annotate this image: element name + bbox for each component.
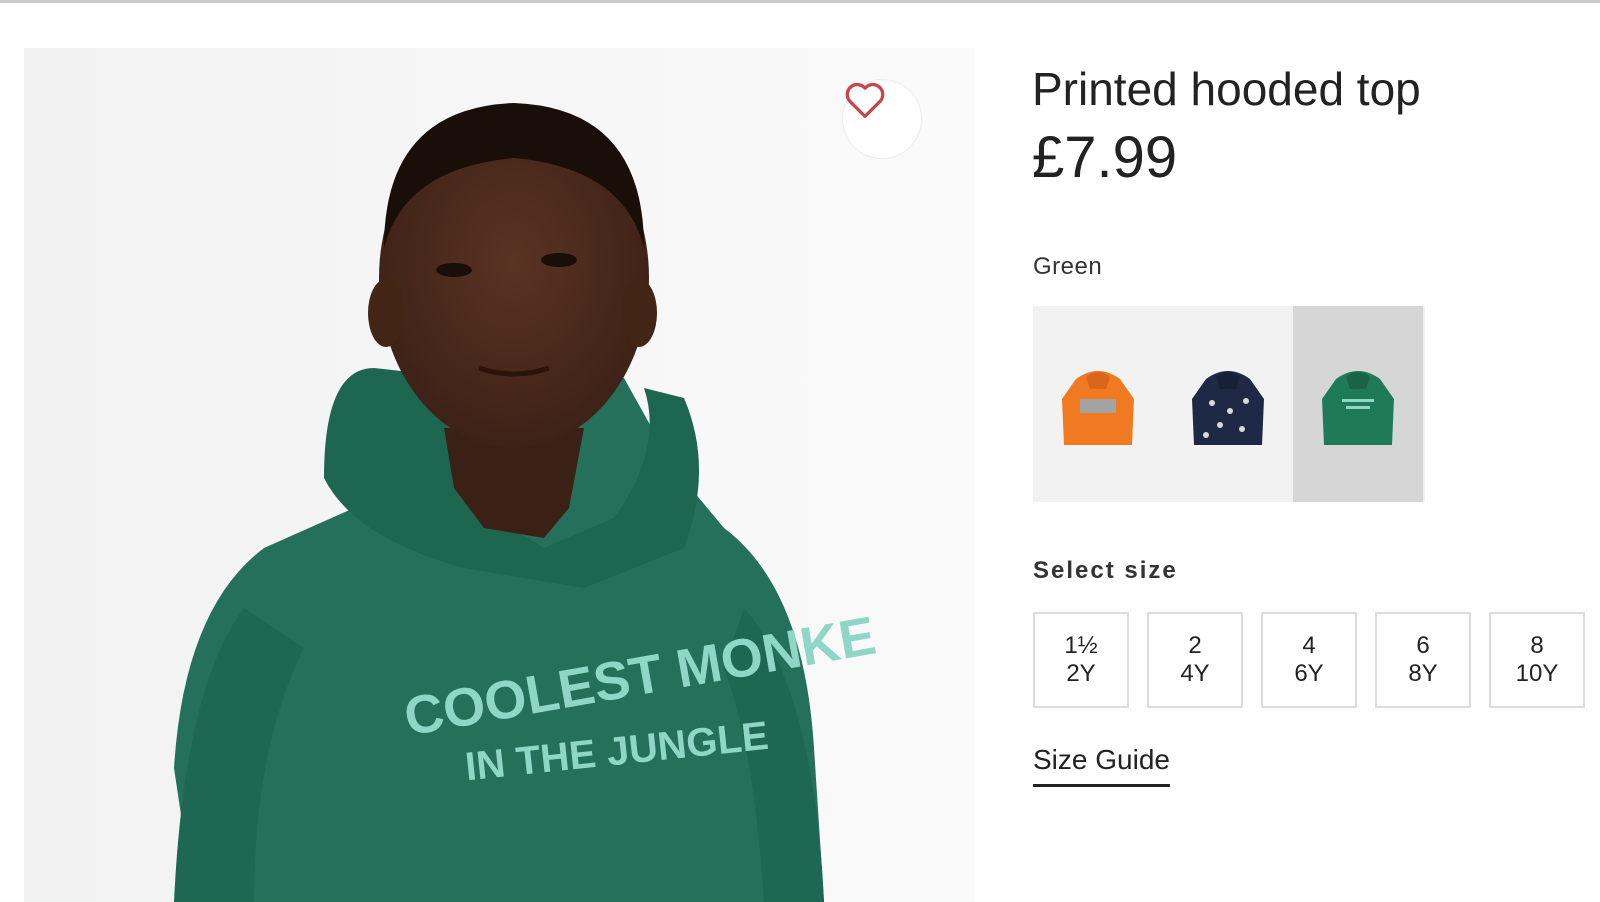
size-option-top: 6: [1416, 632, 1430, 659]
heart-icon: [845, 82, 885, 118]
size-option[interactable]: 2 4Y: [1147, 612, 1243, 708]
size-option-bottom: 10Y: [1515, 660, 1559, 687]
size-option-top: 8: [1530, 632, 1544, 659]
top-divider: [0, 0, 1600, 3]
swatch-green[interactable]: [1293, 306, 1423, 502]
color-swatches: [1033, 306, 1425, 502]
swatch-orange[interactable]: [1033, 306, 1163, 502]
size-option[interactable]: 4 6Y: [1261, 612, 1357, 708]
product-price: £7.99: [1032, 125, 1178, 190]
size-guide-link[interactable]: Size Guide: [1033, 744, 1170, 787]
selected-color-label: Green: [1033, 253, 1103, 280]
size-option-top: 4: [1302, 632, 1316, 659]
size-option[interactable]: 6 8Y: [1375, 612, 1471, 708]
green-hoodie-thumbnail: [1322, 371, 1394, 445]
swatch-navy[interactable]: [1163, 306, 1293, 502]
size-option-bottom: 4Y: [1180, 660, 1210, 687]
favorite-button[interactable]: [842, 79, 922, 159]
size-option-top: 2: [1188, 632, 1202, 659]
size-option-bottom: 2Y: [1066, 660, 1096, 687]
product-image[interactable]: COOLEST MONKE IN THE JUNGLE: [24, 48, 974, 902]
size-options: 1½ 2Y 2 4Y 4 6Y 6 8Y 8 10Y: [1033, 612, 1585, 708]
size-option[interactable]: 8 10Y: [1489, 612, 1585, 708]
size-option-top: 1½: [1064, 632, 1098, 659]
hoodie-print: COOLEST MONKE IN THE JUNGLE: [400, 606, 880, 790]
size-option-bottom: 6Y: [1294, 660, 1324, 687]
select-size-label: Select size: [1033, 557, 1178, 584]
size-option-bottom: 8Y: [1408, 660, 1438, 687]
size-option[interactable]: 1½ 2Y: [1033, 612, 1129, 708]
product-title: Printed hooded top: [1032, 63, 1421, 115]
orange-hoodie-thumbnail: [1062, 371, 1134, 445]
navy-hoodie-thumbnail: [1192, 371, 1264, 445]
